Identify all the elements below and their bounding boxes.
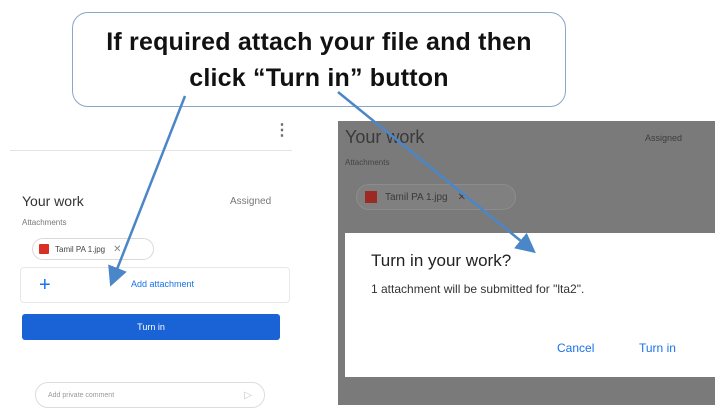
cancel-button[interactable]: Cancel	[557, 341, 594, 355]
dialog-title: Turn in your work?	[371, 251, 512, 270]
image-file-icon	[39, 244, 49, 254]
image-file-icon	[365, 191, 377, 203]
status-label: Assigned	[645, 133, 683, 143]
confirm-dialog: Turn in your work? 1 attachment will be …	[345, 233, 715, 377]
turn-in-button[interactable]: Turn in	[22, 314, 280, 340]
callout-line-2: click “Turn in” button	[189, 63, 449, 92]
confirm-turn-in-button[interactable]: Turn in	[639, 341, 676, 355]
attachment-chip: Tamil PA 1.jpg ✕	[356, 184, 516, 210]
attachments-label: Attachments	[345, 158, 390, 167]
remove-attachment-icon[interactable]: ✕	[113, 244, 121, 255]
add-attachment-button[interactable]: + Add attachment	[20, 267, 290, 303]
attachment-chip[interactable]: Tamil PA 1.jpg ✕	[32, 238, 154, 260]
dialog-message: 1 attachment will be submitted for "lta2…	[371, 282, 585, 296]
turn-in-dialog-screen: Your work Assigned Attachments Tamil PA …	[338, 121, 715, 405]
comment-placeholder: Add private comment	[48, 392, 115, 399]
status-label: Assigned	[230, 196, 272, 207]
attachment-file-name: Tamil PA 1.jpg	[55, 244, 106, 254]
your-work-title: Your work	[345, 127, 425, 147]
send-icon[interactable]: ▷	[244, 390, 252, 401]
your-work-title: Your work	[22, 193, 84, 209]
more-options-icon[interactable]: ⋮	[274, 120, 290, 140]
your-work-panel: ⋮ Your work Assigned Attachments Tamil P…	[10, 110, 300, 408]
add-attachment-label: Add attachment	[131, 279, 195, 289]
private-comment-input[interactable]: Add private comment ▷	[35, 382, 265, 408]
instruction-callout: If required attach your file and then cl…	[72, 12, 566, 107]
divider	[10, 150, 292, 151]
attachments-label: Attachments	[22, 218, 67, 227]
plus-icon: +	[39, 274, 51, 296]
remove-attachment-icon: ✕	[457, 191, 467, 203]
attachment-file-name: Tamil PA 1.jpg	[385, 191, 448, 203]
callout-line-1: If required attach your file and then	[106, 27, 532, 56]
